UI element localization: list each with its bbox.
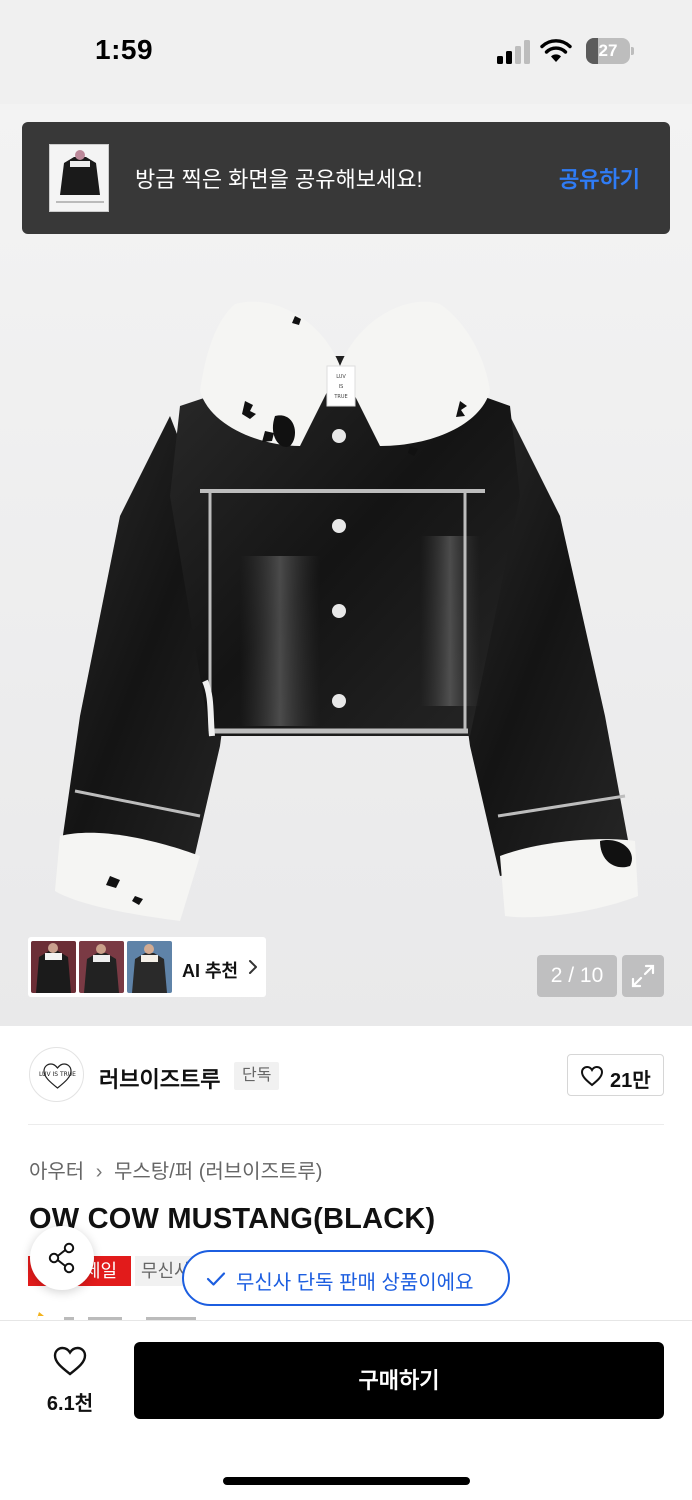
svg-text:LUV: LUV xyxy=(336,374,346,380)
breadcrumb-subcategory[interactable]: 무스탕/퍼 (러브이즈트루) xyxy=(114,1161,322,1183)
wishlist-button[interactable]: 6.1천 xyxy=(30,1343,110,1417)
breadcrumb: 아우터 › 무스탕/퍼 (러브이즈트루) xyxy=(29,1155,322,1184)
wifi-icon xyxy=(540,39,572,62)
ai-recommend-thumbnail xyxy=(31,941,76,993)
exclusive-sale-toast: 무신사 단독 판매 상품이에요 xyxy=(182,1250,510,1306)
heart-icon xyxy=(580,1065,604,1087)
ai-recommend-thumbnail xyxy=(127,941,172,993)
share-icon xyxy=(48,1242,75,1274)
chevron-right-icon xyxy=(249,960,257,974)
ai-recommend-button[interactable]: AI 추천 xyxy=(28,937,266,997)
share-button[interactable] xyxy=(30,1226,94,1290)
banner-message: 방금 찍은 화면을 공유해보세요! xyxy=(135,167,423,192)
home-indicator[interactable] xyxy=(223,1477,470,1485)
share-now-button[interactable]: 공유하기 xyxy=(559,162,640,194)
brand-logo-text: LUV IS TRUE xyxy=(39,1071,76,1078)
image-page-counter: 2 / 10 xyxy=(537,955,617,997)
battery-level: 27 xyxy=(598,41,618,60)
chevron-right-icon: › xyxy=(95,1161,103,1183)
product-image: LUV IS TRUE xyxy=(55,301,638,921)
status-time: 1:59 xyxy=(95,34,154,65)
exclusive-badge: 단독 xyxy=(234,1062,280,1090)
check-icon xyxy=(206,1272,226,1286)
divider xyxy=(28,1124,664,1125)
brand-name[interactable]: 러브이즈트루 xyxy=(99,1062,220,1094)
battery-icon: 27 xyxy=(586,38,634,64)
svg-text:TRUE: TRUE xyxy=(333,394,347,400)
wishlist-count: 6.1천 xyxy=(46,1393,94,1415)
breadcrumb-category[interactable]: 아우터 xyxy=(29,1161,84,1183)
expand-image-button[interactable] xyxy=(622,955,664,997)
screenshot-share-banner: 방금 찍은 화면을 공유해보세요! 공유하기 xyxy=(22,122,670,234)
heart-icon xyxy=(53,1346,87,1376)
svg-text:IS: IS xyxy=(339,384,344,390)
expand-icon xyxy=(631,964,655,988)
status-bar: 1:59 27 xyxy=(0,0,692,104)
exclusive-sale-message: 무신사 단독 판매 상품이에요 xyxy=(236,1272,474,1294)
brand-logo[interactable]: LUV IS TRUE xyxy=(29,1047,84,1102)
ai-recommend-label: AI 추천 xyxy=(182,961,239,981)
screenshot-thumbnail xyxy=(49,144,109,212)
buy-button[interactable]: 구매하기 xyxy=(134,1342,664,1419)
brand-like-count: 21만 xyxy=(610,1070,651,1092)
cellular-signal-icon xyxy=(497,40,530,64)
ai-recommend-thumbnail xyxy=(79,941,124,993)
product-title: OW COW MUSTANG(BLACK) xyxy=(29,1203,436,1235)
brand-like-button[interactable]: 21만 xyxy=(567,1054,664,1096)
